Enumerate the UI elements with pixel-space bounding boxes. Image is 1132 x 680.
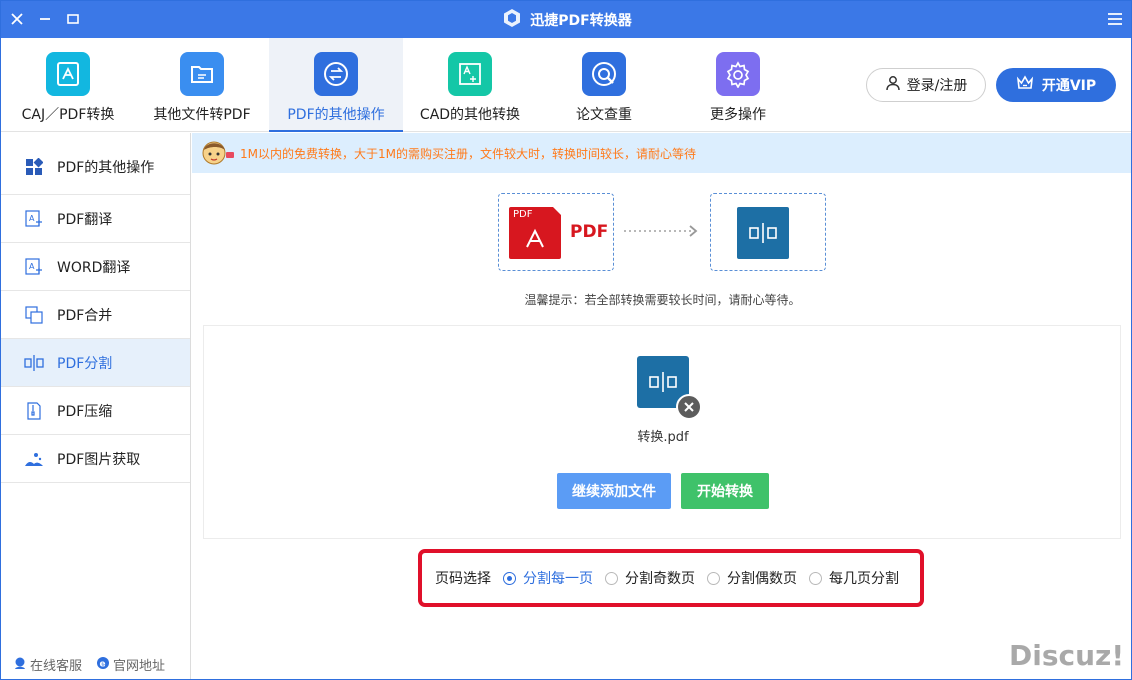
tab-pdf-other-ops[interactable]: PDF的其他操作 <box>269 38 403 132</box>
swap-arrows-icon <box>314 52 358 96</box>
tab-other-to-pdf[interactable]: 其他文件转PDF <box>135 38 269 132</box>
file-name: 转换.pdf <box>637 430 689 445</box>
watermark: Discuz! <box>1009 639 1125 672</box>
radio-dot <box>707 571 720 585</box>
pdf-convert-icon <box>46 52 90 96</box>
radio-dot <box>503 571 516 585</box>
cad-icon <box>448 52 492 96</box>
app-logo-icon <box>502 8 522 32</box>
tab-label: CAJ／PDF转换 <box>21 107 115 123</box>
radio-split-every-n-pages[interactable]: 每几页分割 <box>809 568 899 588</box>
sidebar-item-label: PDF图片获取 <box>57 451 141 468</box>
pdf-badge-label: PDF <box>513 209 533 220</box>
login-register-button[interactable]: 登录/注册 <box>866 68 986 102</box>
title-bar: 迅捷PDF转换器 <box>1 1 1131 38</box>
add-more-files-button[interactable]: 继续添加文件 <box>557 473 671 509</box>
notice-text: 1M以内的免费转换，大于1M的需购买注册，文件较大时，转换时间较长，请耐心等待 <box>240 146 696 161</box>
source-format-label: PDF <box>570 222 609 242</box>
grid-icon <box>23 156 45 178</box>
source-box: PDF PDF <box>498 193 614 271</box>
sidebar-item-word-translate[interactable]: A WORD翻译 <box>1 243 190 291</box>
svg-text:A: A <box>29 262 35 271</box>
svg-text:e: e <box>100 659 106 669</box>
sidebar-item-pdf-other-ops[interactable]: PDF的其他操作 <box>1 140 190 195</box>
main-toolbar: CAJ／PDF转换 其他文件转PDF PDF的其他操作 CAD的其他转换 论文查… <box>1 38 1131 132</box>
sidebar-footer: 在线客服 e 官网地址 <box>13 655 165 674</box>
radio-label: 分割奇数页 <box>625 571 695 587</box>
gear-icon <box>716 52 760 96</box>
tab-label: CAD的其他转换 <box>419 107 521 123</box>
tab-cad-convert[interactable]: CAD的其他转换 <box>403 38 537 132</box>
sidebar-item-pdf-merge[interactable]: PDF合并 <box>1 291 190 339</box>
translate-icon: A <box>23 256 45 278</box>
app-window: 迅捷PDF转换器 CAJ／PDF转换 其他文件转PDF PDF的其他操作 CAD… <box>0 0 1132 680</box>
sidebar-item-pdf-split[interactable]: PDF分割 <box>1 339 190 387</box>
page-selection: 页码选择 分割每一页 分割奇数页 分割偶数页 每几页分割 <box>418 549 924 607</box>
vip-label: 开通VIP <box>1041 78 1097 94</box>
tab-caj-pdf-convert[interactable]: CAJ／PDF转换 <box>1 38 135 132</box>
online-service-label: 在线客服 <box>30 659 83 674</box>
radio-dot <box>809 571 822 585</box>
start-convert-button[interactable]: 开始转换 <box>681 473 769 509</box>
open-vip-button[interactable]: 开通VIP <box>996 68 1116 102</box>
tab-more-ops[interactable]: 更多操作 <box>671 38 805 132</box>
sidebar: PDF的其他操作 A PDF翻译 A WORD翻译 PDF合并 PDF分割 PD… <box>1 133 191 679</box>
official-site-link[interactable]: e 官网地址 <box>96 655 165 674</box>
radio-dot <box>605 571 618 585</box>
tab-label: PDF的其他操作 <box>287 107 385 123</box>
pdf-file-icon: PDF <box>509 207 561 259</box>
split-icon <box>737 207 789 259</box>
app-title-text: 迅捷PDF转换器 <box>530 12 632 29</box>
image-extract-icon <box>23 448 45 470</box>
menu-icon[interactable] <box>1105 9 1125 29</box>
check-search-icon <box>582 52 626 96</box>
radio-split-even-pages[interactable]: 分割偶数页 <box>707 568 797 588</box>
login-label: 登录/注册 <box>906 78 968 94</box>
translate-icon: A <box>23 208 45 230</box>
sidebar-item-label: WORD翻译 <box>57 259 131 276</box>
radio-label: 分割每一页 <box>523 571 593 587</box>
arrow-right-icon <box>624 223 700 242</box>
tab-label: 论文查重 <box>576 107 632 123</box>
remove-file-icon[interactable] <box>676 394 702 420</box>
sidebar-item-pdf-image-extract[interactable]: PDF图片获取 <box>1 435 190 483</box>
radio-split-odd-pages[interactable]: 分割奇数页 <box>605 568 695 588</box>
headset-icon <box>13 656 27 674</box>
radio-label: 分割偶数页 <box>727 571 797 587</box>
sidebar-item-label: PDF合并 <box>57 307 113 324</box>
sidebar-item-pdf-translate[interactable]: A PDF翻译 <box>1 195 190 243</box>
file-drop-area[interactable]: 转换.pdf 继续添加文件 开始转换 <box>203 325 1121 539</box>
sidebar-item-label: PDF翻译 <box>57 211 113 228</box>
svg-text:A: A <box>29 214 35 223</box>
sidebar-item-label: PDF的其他操作 <box>57 160 155 176</box>
split-icon <box>23 352 45 374</box>
sidebar-item-label: PDF压缩 <box>57 403 113 420</box>
compress-icon <box>23 400 45 422</box>
folder-icon <box>180 52 224 96</box>
online-service-link[interactable]: 在线客服 <box>13 655 82 674</box>
tab-label: 其他文件转PDF <box>153 107 251 123</box>
radio-label: 每几页分割 <box>829 571 899 587</box>
sidebar-item-pdf-compress[interactable]: PDF压缩 <box>1 387 190 435</box>
mascot-icon <box>200 138 236 168</box>
tab-paper-check[interactable]: 论文查重 <box>537 38 671 132</box>
page-selection-label: 页码选择 <box>435 571 491 587</box>
target-box <box>710 193 826 271</box>
merge-icon <box>23 304 45 326</box>
tip-text: 温馨提示：若全部转换需要较长时间，请耐心等待。 <box>524 293 801 307</box>
user-icon <box>885 75 901 95</box>
notice-banner: 1M以内的免费转换，大于1M的需购买注册，文件较大时，转换时间较长，请耐心等待 <box>192 133 1131 173</box>
official-site-label: 官网地址 <box>113 659 166 674</box>
sidebar-item-label: PDF分割 <box>57 355 113 372</box>
tab-label: 更多操作 <box>710 107 766 123</box>
crown-icon <box>1016 75 1034 95</box>
app-title: 迅捷PDF转换器 <box>1 1 1131 38</box>
radio-split-every-page[interactable]: 分割每一页 <box>503 568 593 588</box>
browser-icon: e <box>96 656 110 674</box>
